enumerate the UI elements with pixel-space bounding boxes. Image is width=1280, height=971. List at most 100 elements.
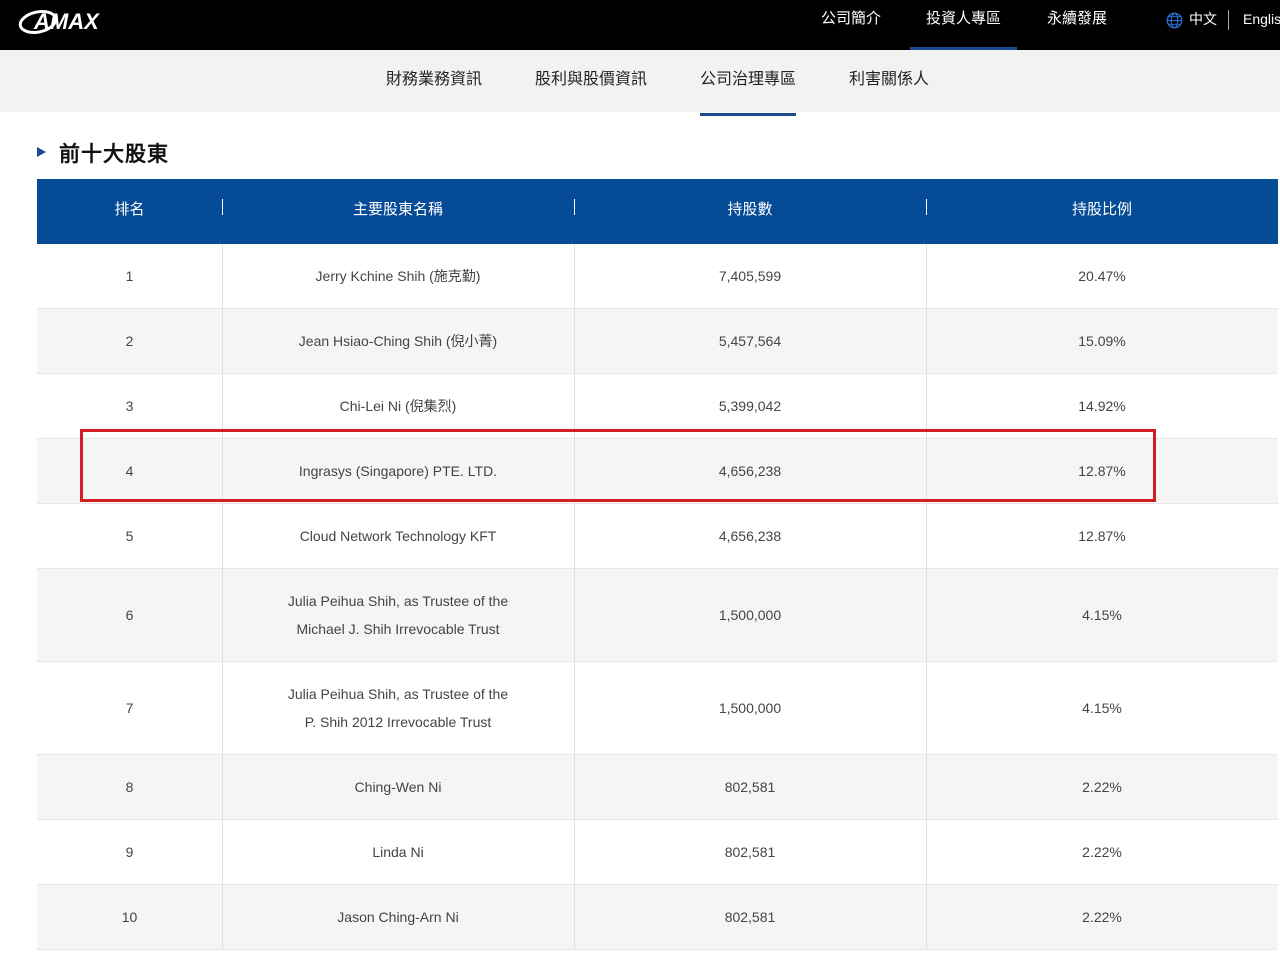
rank-cell: 9: [125, 844, 134, 860]
column-divider: [926, 662, 927, 754]
header-shareholder-name: 主要股東名稱: [352, 201, 443, 218]
column-divider: [926, 504, 927, 568]
shareholders-table: 排名 主要股東名稱 持股數 持股比例 1 Jerry Kchine Shih (施…: [37, 179, 1278, 950]
column-divider: [574, 374, 575, 438]
shareholder-name: Jason Ching-Arn Ni: [337, 903, 458, 931]
table-row: 8 Ching-Wen Ni 802,581 2.22%: [37, 755, 1278, 820]
column-divider: [222, 820, 223, 884]
shareholder-name-cell: Ingrasys (Singapore) PTE. LTD.: [222, 439, 574, 503]
column-divider: [222, 755, 223, 819]
subnav-financial-info[interactable]: 財務業務資訊: [380, 50, 488, 114]
svg-text:AMAX: AMAX: [33, 9, 100, 34]
column-divider: [926, 309, 927, 373]
shares-cell: 4,656,238: [718, 463, 782, 479]
nav-investor-relations[interactable]: 投資人專區: [910, 0, 1017, 50]
shares-cell: 4,656,238: [718, 528, 782, 544]
shares-cell: 1,500,000: [718, 700, 782, 716]
shareholder-name-cell: Cloud Network Technology KFT: [222, 504, 574, 568]
language-divider: [1228, 10, 1229, 30]
shareholder-name: Linda Ni: [372, 838, 423, 866]
column-divider: [574, 820, 575, 884]
subnav-corporate-governance[interactable]: 公司治理專區: [700, 50, 796, 116]
column-divider: [574, 755, 575, 819]
ratio-cell: 2.22%: [1082, 844, 1122, 860]
shareholder-name-line: Julia Peihua Shih, as Trustee of the: [287, 593, 509, 609]
shares-cell: 7,405,599: [718, 268, 782, 284]
ratio-cell: 12.87%: [1078, 463, 1126, 479]
column-divider: [926, 244, 927, 308]
section-arrow-icon: [37, 147, 46, 157]
column-divider: [574, 309, 575, 373]
table-row: 2 Jean Hsiao-Ching Shih (倪小菁) 5,457,564 15.…: [37, 309, 1278, 374]
table-row: 4 Ingrasys (Singapore) PTE. LTD. 4,656,238…: [37, 439, 1278, 504]
rank-cell: 8: [125, 779, 134, 795]
rank-cell: 7: [125, 700, 134, 716]
table-row: 10 Jason Ching-Arn Ni 802,581 2.22%: [37, 885, 1278, 950]
subnav-dividend-stock-price[interactable]: 股利與股價資訊: [530, 50, 652, 114]
ratio-cell: 20.47%: [1078, 268, 1126, 284]
ratio-cell: 4.15%: [1082, 700, 1122, 716]
column-divider: [926, 374, 927, 438]
column-divider: [574, 244, 575, 308]
shareholder-name-cell: Jean Hsiao-Ching Shih (倪小菁): [222, 309, 574, 373]
table-row: 7 Julia Peihua Shih, as Trustee of the P. …: [37, 662, 1278, 755]
language-english[interactable]: English: [1243, 0, 1280, 38]
column-divider: [926, 820, 927, 884]
table-header: 排名 主要股東名稱 持股數 持股比例: [37, 179, 1278, 244]
shareholder-name-cell: Linda Ni: [222, 820, 574, 884]
globe-icon: [1166, 12, 1183, 29]
ratio-cell: 12.87%: [1078, 528, 1126, 544]
column-divider: [926, 569, 927, 661]
shareholder-name-line: Julia Peihua Shih, as Trustee of the: [287, 686, 509, 702]
table-row: 6 Julia Peihua Shih, as Trustee of the Mic…: [37, 569, 1278, 662]
ratio-cell: 15.09%: [1078, 333, 1126, 349]
amax-logo[interactable]: AMAX: [18, 4, 128, 36]
amax-logo-mark: AMAX: [18, 9, 100, 34]
rank-cell: 1: [125, 268, 134, 284]
shareholder-name: Ching-Wen Ni: [355, 773, 442, 801]
nav-company-intro[interactable]: 公司簡介: [806, 0, 896, 50]
shareholder-name: Jean Hsiao-Ching Shih (倪小菁): [299, 327, 497, 355]
shares-cell: 5,399,042: [718, 398, 782, 414]
column-divider: [574, 504, 575, 568]
nav-company-intro-label: 公司簡介: [820, 10, 881, 27]
shareholder-name-line: Ingrasys (Singapore) PTE. LTD.: [298, 463, 498, 479]
table-row: 1 Jerry Kchine Shih (施克勤) 7,405,599 20.47%: [37, 244, 1278, 309]
header-rank: 排名: [114, 201, 145, 218]
table-row: 3 Chi-Lei Ni (倪集烈) 5,399,042 14.92%: [37, 374, 1278, 439]
shares-cell: 5,457,564: [718, 333, 782, 349]
column-divider: [222, 374, 223, 438]
shareholder-name-cell: Jason Ching-Arn Ni: [222, 885, 574, 949]
column-divider: [222, 504, 223, 568]
column-divider: [222, 662, 223, 754]
shareholder-name-line: Linda Ni: [372, 844, 424, 860]
shareholder-name-cell: Julia Peihua Shih, as Trustee of the Mich…: [222, 569, 574, 661]
rank-cell: 10: [121, 909, 138, 925]
column-divider: [926, 885, 927, 949]
rank-cell: 2: [125, 333, 134, 349]
shareholder-name-line: Chi-Lei Ni (倪集烈): [339, 398, 457, 414]
column-divider: [574, 885, 575, 949]
shareholder-name: Jerry Kchine Shih (施克勤): [316, 262, 481, 290]
shareholder-name-cell: Julia Peihua Shih, as Trustee of the P. S…: [222, 662, 574, 754]
column-divider: [222, 309, 223, 373]
shares-cell: 802,581: [724, 909, 776, 925]
ratio-cell: 2.22%: [1082, 909, 1122, 925]
rank-cell: 4: [125, 463, 134, 479]
language-chinese[interactable]: 中文: [1189, 0, 1217, 38]
table-row: 5 Cloud Network Technology KFT 4,656,238 12…: [37, 504, 1278, 569]
rank-cell: 6: [125, 607, 134, 623]
table-row: 9 Linda Ni 802,581 2.22%: [37, 820, 1278, 885]
shareholder-name-line: Ching-Wen Ni: [354, 779, 442, 795]
column-divider: [222, 569, 223, 661]
subnav-stakeholders[interactable]: 利害關係人: [845, 50, 933, 114]
shareholder-name: Ingrasys (Singapore) PTE. LTD.: [299, 457, 497, 485]
shareholder-name-cell: Jerry Kchine Shih (施克勤): [222, 244, 574, 308]
column-divider: [222, 885, 223, 949]
nav-sustainability-label: 永續發展: [1046, 10, 1107, 27]
shares-cell: 1,500,000: [718, 607, 782, 623]
shareholder-name-line: Jason Ching-Arn Ni: [337, 909, 459, 925]
nav-sustainability[interactable]: 永續發展: [1032, 0, 1122, 50]
shareholder-name-line: P. Shih 2012 Irrevocable Trust: [304, 714, 492, 730]
shareholder-name-line: Michael J. Shih Irrevocable Trust: [296, 621, 500, 637]
